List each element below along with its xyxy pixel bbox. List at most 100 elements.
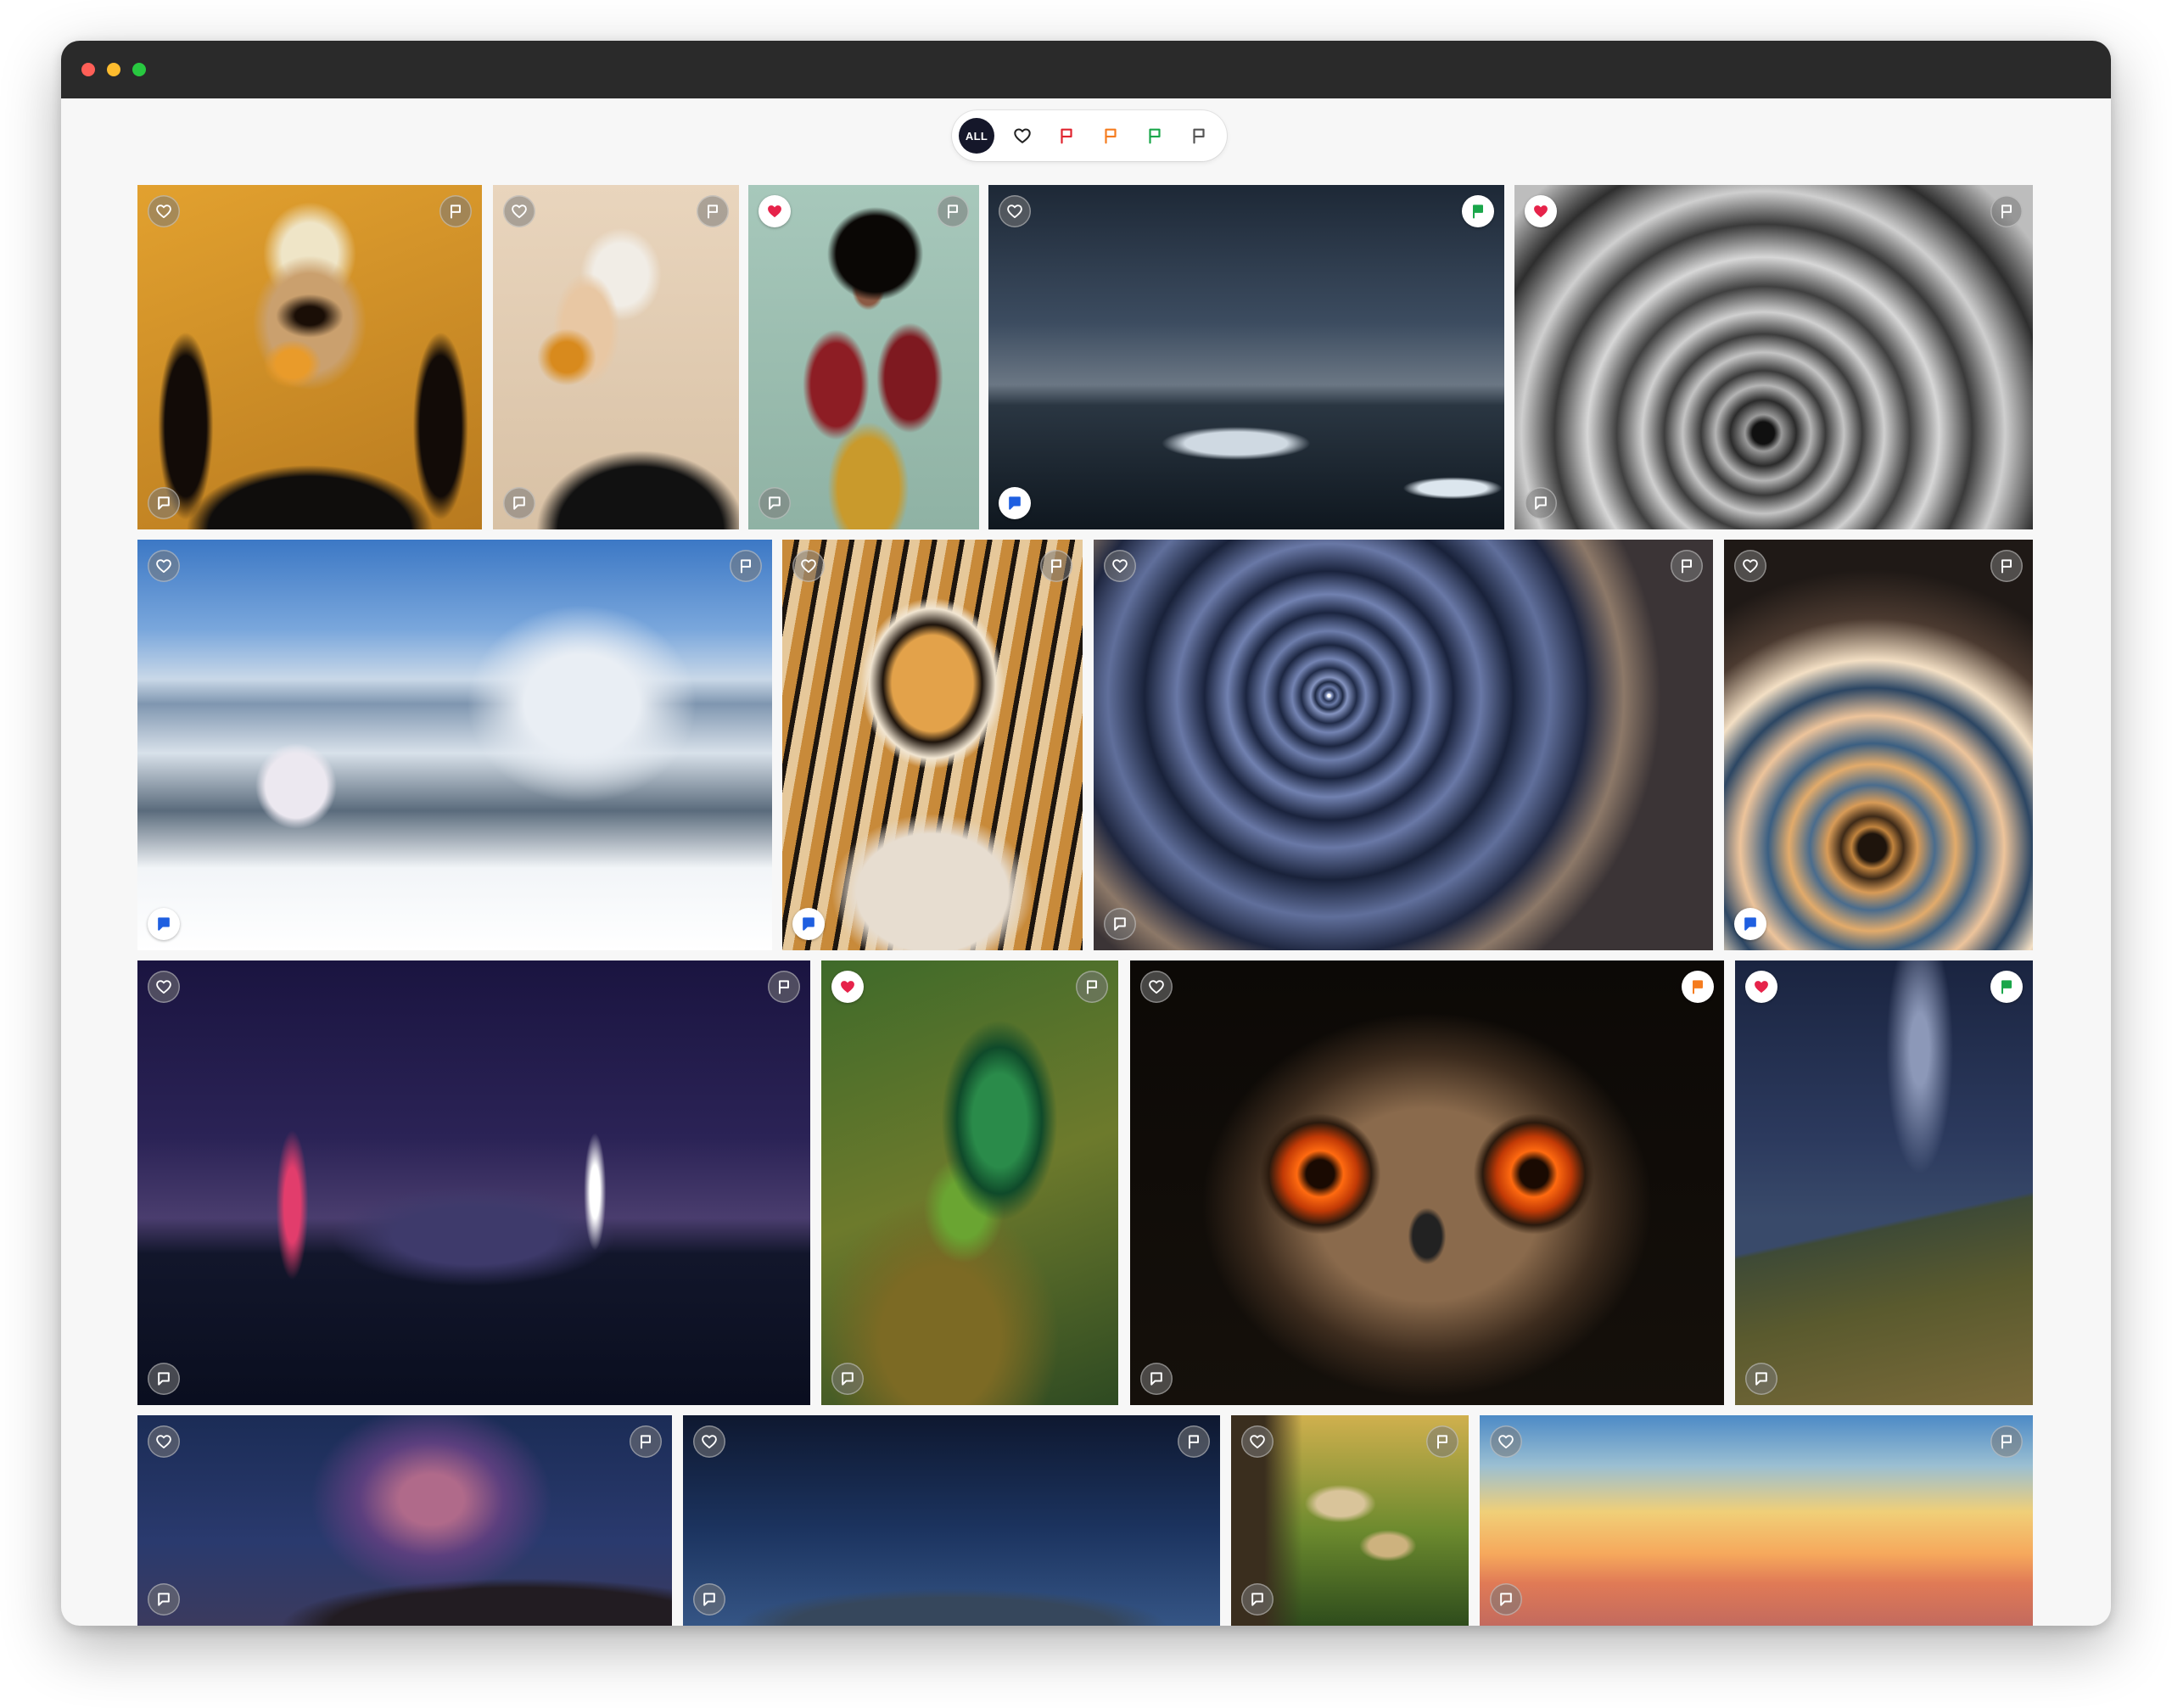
comment-filled-icon xyxy=(1009,496,1021,510)
photo-tile[interactable] xyxy=(137,540,772,950)
like-button[interactable] xyxy=(1104,550,1136,582)
comment-button[interactable] xyxy=(1104,908,1136,940)
like-button[interactable] xyxy=(1745,971,1777,1003)
like-button[interactable] xyxy=(792,550,825,582)
flag-button[interactable] xyxy=(937,195,969,227)
photo-tile[interactable] xyxy=(1231,1415,1469,1626)
photo-tile[interactable] xyxy=(748,185,979,529)
flag-button[interactable] xyxy=(439,195,472,227)
like-button[interactable] xyxy=(759,195,791,227)
comment-button[interactable] xyxy=(148,1583,180,1616)
like-button[interactable] xyxy=(148,195,180,227)
comment-button[interactable] xyxy=(1745,1363,1777,1395)
like-button[interactable] xyxy=(148,550,180,582)
comment-button[interactable] xyxy=(148,908,180,940)
flag-button[interactable] xyxy=(1426,1425,1458,1458)
flag-button[interactable] xyxy=(1682,971,1714,1003)
like-button[interactable] xyxy=(831,971,864,1003)
like-button[interactable] xyxy=(148,1425,180,1458)
comment-button[interactable] xyxy=(503,487,535,519)
close-window-button[interactable] xyxy=(81,63,95,76)
flag-icon xyxy=(451,204,461,219)
filter-liked-button[interactable] xyxy=(1005,118,1040,154)
like-button[interactable] xyxy=(1734,550,1766,582)
comment-button[interactable] xyxy=(792,908,825,940)
photo-tile[interactable] xyxy=(1735,960,2033,1405)
comment-icon xyxy=(1114,917,1126,931)
comment-icon xyxy=(1150,1372,1162,1386)
like-button[interactable] xyxy=(1490,1425,1522,1458)
photo-tile[interactable] xyxy=(988,185,1504,529)
heart-outline-icon xyxy=(1149,980,1164,994)
filter-red-flag-button[interactable] xyxy=(1049,118,1084,154)
photo-owl-orange-eyes xyxy=(1130,960,1724,1405)
comment-button[interactable] xyxy=(1241,1583,1274,1616)
flag-button[interactable] xyxy=(1178,1425,1210,1458)
heart-outline-icon xyxy=(1112,559,1128,573)
filter-all-button[interactable]: ALL xyxy=(959,118,994,154)
like-button[interactable] xyxy=(693,1425,725,1458)
photo-tile[interactable] xyxy=(1480,1415,2033,1626)
photo-tile[interactable] xyxy=(1094,540,1713,950)
flag-button[interactable] xyxy=(1040,550,1072,582)
flag-icon xyxy=(948,204,958,219)
comment-button[interactable] xyxy=(1734,908,1766,940)
like-button[interactable] xyxy=(1525,195,1557,227)
heart-filled-icon xyxy=(768,205,781,218)
like-button[interactable] xyxy=(1140,971,1173,1003)
like-button[interactable] xyxy=(999,195,1031,227)
like-button[interactable] xyxy=(503,195,535,227)
flag-button[interactable] xyxy=(1076,971,1108,1003)
photo-tile[interactable] xyxy=(1130,960,1724,1405)
photo-green-beetle xyxy=(821,960,1118,1405)
flag-button[interactable] xyxy=(1990,195,2023,227)
flag-icon xyxy=(1087,980,1097,994)
comment-button[interactable] xyxy=(1490,1583,1522,1616)
photo-tile[interactable] xyxy=(821,960,1118,1405)
like-button[interactable] xyxy=(148,971,180,1003)
heart-outline-icon xyxy=(1007,204,1022,218)
comment-icon xyxy=(158,496,170,510)
filter-none-flag-button[interactable] xyxy=(1181,118,1217,154)
flag-button[interactable] xyxy=(697,195,729,227)
photo-sunset-mountains xyxy=(1480,1415,2033,1626)
flag-button[interactable] xyxy=(768,971,800,1003)
comment-icon xyxy=(158,1593,170,1606)
zoom-window-button[interactable] xyxy=(132,63,146,76)
comment-button[interactable] xyxy=(999,487,1031,519)
photo-tile[interactable] xyxy=(782,540,1083,950)
photo-spiral-staircase-bw xyxy=(1514,185,2033,529)
flag-button[interactable] xyxy=(1462,195,1494,227)
photo-tile[interactable] xyxy=(1514,185,2033,529)
flag-button[interactable] xyxy=(1990,550,2023,582)
filter-orange-flag-button[interactable] xyxy=(1093,118,1128,154)
photo-tile[interactable] xyxy=(683,1415,1220,1626)
comment-button[interactable] xyxy=(1140,1363,1173,1395)
photo-tile[interactable] xyxy=(1724,540,2033,950)
photo-tile[interactable] xyxy=(493,185,739,529)
flag-button[interactable] xyxy=(730,550,762,582)
comment-button[interactable] xyxy=(831,1363,864,1395)
flag-icon xyxy=(779,980,789,994)
flag-icon xyxy=(1189,1435,1199,1449)
photo-dead-tree-night xyxy=(683,1415,1220,1626)
photo-tile[interactable] xyxy=(137,960,810,1405)
comment-button[interactable] xyxy=(759,487,791,519)
flag-button[interactable] xyxy=(1671,550,1703,582)
flag-icon xyxy=(1061,128,1072,144)
comment-button[interactable] xyxy=(148,1363,180,1395)
comment-button[interactable] xyxy=(148,487,180,519)
comment-button[interactable] xyxy=(1525,487,1557,519)
minimize-window-button[interactable] xyxy=(107,63,120,76)
flag-button[interactable] xyxy=(630,1425,662,1458)
comment-filled-icon xyxy=(158,917,170,931)
comment-button[interactable] xyxy=(693,1583,725,1616)
photo-tile[interactable] xyxy=(137,185,482,529)
like-button[interactable] xyxy=(1241,1425,1274,1458)
flag-button[interactable] xyxy=(1990,971,2023,1003)
flag-button[interactable] xyxy=(1990,1425,2023,1458)
heart-outline-icon xyxy=(801,559,816,573)
photo-tile[interactable] xyxy=(137,1415,672,1626)
filter-green-flag-button[interactable] xyxy=(1137,118,1173,154)
photo-star-trails xyxy=(1094,540,1713,950)
